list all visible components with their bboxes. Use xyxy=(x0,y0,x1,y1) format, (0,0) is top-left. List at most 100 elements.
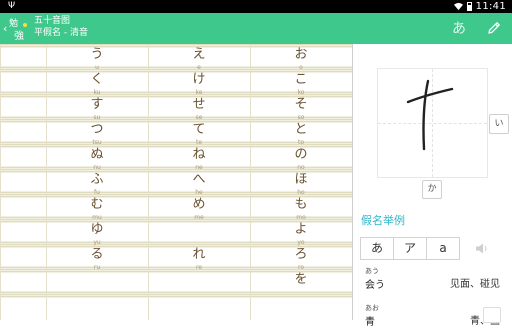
kana-cell[interactable]: えe xyxy=(148,46,250,71)
kana-cell[interactable]: を xyxy=(250,271,352,296)
example-word: 青 xyxy=(365,317,375,328)
kana-char: え xyxy=(192,47,206,62)
table-row: ふ fu へ he ほ ho xyxy=(0,171,352,196)
romaji-label: ro xyxy=(297,264,304,271)
romaji-label: yo xyxy=(297,239,305,246)
kana-char: う xyxy=(90,47,104,62)
kana-cell[interactable]: の no xyxy=(250,146,352,171)
kana-cell[interactable]: る ru xyxy=(46,246,148,271)
examples-title: 假名举例 xyxy=(361,214,405,227)
example-furigana: あう xyxy=(365,267,379,275)
kana-cell[interactable]: せ se xyxy=(148,96,250,121)
romaji-label: nu xyxy=(93,164,101,171)
romaji-label: ho xyxy=(297,189,305,196)
kana-cell[interactable]: そ so xyxy=(250,96,352,121)
kana-char: る xyxy=(90,247,104,262)
kana-cell[interactable]: む mu xyxy=(46,196,148,221)
romaji-label: mo xyxy=(296,214,306,221)
kana-char: む xyxy=(90,197,104,212)
kana-cell[interactable]: ぬ nu xyxy=(46,146,148,171)
table-row: うuえeおo xyxy=(0,46,352,71)
kana-cell[interactable]: ふ fu xyxy=(46,171,148,196)
kana-cell[interactable]: うu xyxy=(46,46,148,71)
kana-char: ふ xyxy=(90,172,104,187)
romaji-label: se xyxy=(195,114,203,121)
kana-char: け xyxy=(192,72,206,87)
kana-cell[interactable]: と to xyxy=(250,121,352,146)
segment-hiragana[interactable]: あ xyxy=(360,237,394,260)
kana-cell[interactable]: おo xyxy=(250,46,352,71)
kana-cell xyxy=(148,221,250,246)
kana-char: せ xyxy=(192,97,206,112)
kana-cell[interactable]: つ tsu xyxy=(46,121,148,146)
kana-cell[interactable]: す su xyxy=(46,96,148,121)
table-row: を xyxy=(0,271,352,296)
prev-char-button[interactable]: か xyxy=(422,180,442,199)
kana-cell[interactable]: ゆ yu xyxy=(46,221,148,246)
romaji-label: ne xyxy=(195,164,203,171)
pencil-icon[interactable] xyxy=(486,20,502,36)
kana-char: く xyxy=(90,72,104,87)
kana-cell[interactable]: ほ ho xyxy=(250,171,352,196)
logo-dot xyxy=(23,23,27,27)
romaji-label: yu xyxy=(93,239,101,246)
romaji-label: so xyxy=(297,114,305,121)
kana-table: う u え e お o く ku け ke こ ko す su せ se そ so つ tsu て te と to ぬ nu ね ne… xyxy=(0,44,352,320)
kana-char: へ xyxy=(192,172,206,187)
status-time: 11:41 xyxy=(475,1,506,12)
kana-char: め xyxy=(192,197,206,212)
romaji-label: me xyxy=(194,214,204,221)
kana-cell[interactable]: ね ne xyxy=(148,146,250,171)
example-item[interactable]: あう 会う 见面、碰见 xyxy=(353,266,512,296)
next-char-button[interactable]: い xyxy=(489,114,509,134)
romaji-label: ku xyxy=(93,89,101,96)
kana-cell[interactable]: へ he xyxy=(148,171,250,196)
kana-cell[interactable]: れ re xyxy=(148,246,250,271)
status-right: 11:41 xyxy=(453,0,506,13)
kana-cell[interactable]: く ku xyxy=(46,71,148,96)
kana-cell[interactable]: け ke xyxy=(148,71,250,96)
script-segmented-control: あ ア a xyxy=(360,237,460,260)
romaji-label: he xyxy=(195,189,203,196)
page-title: 五十音图 xyxy=(34,16,71,26)
kana-char: れ xyxy=(192,247,206,262)
segment-romaji[interactable]: a xyxy=(426,237,460,260)
kana-char: ゆ xyxy=(90,222,104,237)
kana-cell[interactable]: も mo xyxy=(250,196,352,221)
app-logo-back-button[interactable]: ‹ 勉 強 xyxy=(3,15,31,42)
romaji-label: u xyxy=(95,64,99,71)
writing-canvas[interactable] xyxy=(377,68,488,178)
kana-char: ろ xyxy=(294,247,308,262)
romaji-label: re xyxy=(195,264,203,271)
kana-char: そ xyxy=(294,97,308,112)
app-bar: ‹ 勉 強 五十音图 平假名 - 清音 あ xyxy=(0,13,512,44)
romaji-label: ru xyxy=(93,264,101,271)
writing-panel: い か 假名举例 あ ア a あう 会う 见面、碰见 あお 青 青、蓝 xyxy=(353,44,512,328)
more-button[interactable] xyxy=(483,307,501,323)
segment-katakana[interactable]: ア xyxy=(393,237,427,260)
kana-char: も xyxy=(294,197,308,212)
usb-icon: Ψ xyxy=(8,1,16,11)
romaji-label: tsu xyxy=(92,139,102,146)
romaji-label: ko xyxy=(297,89,305,96)
written-stroke xyxy=(406,79,454,151)
kana-char: ほ xyxy=(294,172,308,187)
romaji-label: o xyxy=(299,64,303,71)
back-chevron-icon: ‹ xyxy=(3,22,8,35)
kana-cell[interactable]: め me xyxy=(148,196,250,221)
kana-char: て xyxy=(192,122,206,137)
kana-cell[interactable]: ろ ro xyxy=(250,246,352,271)
status-bar: Ψ 11:41 xyxy=(0,0,512,13)
romaji-label: su xyxy=(93,114,101,121)
battery-icon xyxy=(466,2,472,11)
kana-cell[interactable]: て te xyxy=(148,121,250,146)
kana-toggle-button[interactable]: あ xyxy=(452,18,466,38)
kana-cell[interactable]: こ ko xyxy=(250,71,352,96)
table-row: く ku け ke こ ko xyxy=(0,71,352,96)
kana-char: こ xyxy=(294,72,308,87)
kana-cell[interactable]: よ yo xyxy=(250,221,352,246)
logo-char-2: 強 xyxy=(14,31,24,42)
table-row: ぬ nu ね ne の no xyxy=(0,146,352,171)
speaker-icon[interactable] xyxy=(475,242,489,255)
page-subtitle: 平假名 - 清音 xyxy=(34,28,88,38)
